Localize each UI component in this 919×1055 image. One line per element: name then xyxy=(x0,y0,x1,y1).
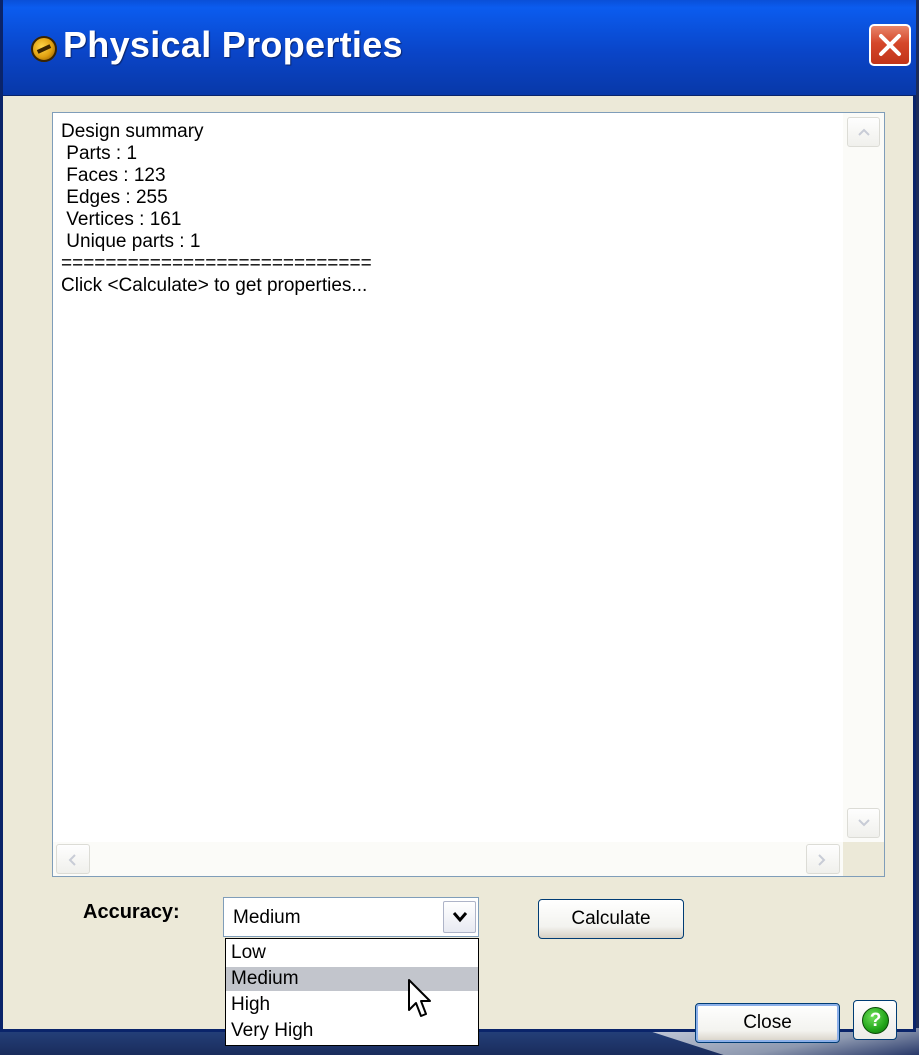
output-line: Vertices : 161 xyxy=(61,209,182,230)
title-bar[interactable]: Physical Properties xyxy=(3,0,916,96)
window-title: Physical Properties xyxy=(63,24,403,65)
physical-properties-dialog: Physical Properties Design summary Parts… xyxy=(0,0,916,1046)
output-line: Faces : 123 xyxy=(61,165,166,186)
scroll-left-button[interactable] xyxy=(56,844,90,874)
output-line: Click <Calculate> to get properties... xyxy=(61,275,368,296)
scroll-up-button[interactable] xyxy=(847,117,880,147)
output-text: Design summary Parts : 1 Faces : 123 Edg… xyxy=(61,121,841,297)
horizontal-scrollbar[interactable] xyxy=(53,842,843,876)
accuracy-label: Accuracy: xyxy=(83,901,180,923)
scroll-right-icon xyxy=(818,854,826,866)
output-line: Design summary xyxy=(61,121,204,142)
close-button[interactable]: Close xyxy=(695,1003,840,1043)
output-line: Unique parts : 1 xyxy=(61,231,201,252)
scroll-right-button[interactable] xyxy=(806,844,840,874)
app-logo-icon xyxy=(31,36,57,62)
accuracy-select[interactable]: Medium xyxy=(223,897,479,937)
scroll-left-icon xyxy=(68,854,76,866)
scroll-up-icon xyxy=(858,128,870,136)
accuracy-option-medium[interactable]: Medium xyxy=(226,967,478,991)
calculate-button[interactable]: Calculate xyxy=(538,899,684,939)
output-line: Parts : 1 xyxy=(61,143,138,164)
accuracy-option-low[interactable]: Low xyxy=(226,941,478,965)
vertical-scrollbar[interactable] xyxy=(843,113,884,842)
accuracy-option-high[interactable]: High xyxy=(226,993,478,1017)
mouse-pointer-icon xyxy=(408,979,431,1017)
output-line: Edges : 255 xyxy=(61,187,168,208)
scrollbar-corner xyxy=(843,842,884,876)
accuracy-selected-value: Medium xyxy=(233,907,301,928)
accuracy-dropdown-button[interactable] xyxy=(443,901,476,933)
help-button[interactable]: ? xyxy=(853,1000,897,1040)
help-icon: ? xyxy=(862,1007,889,1034)
close-icon xyxy=(879,34,901,56)
accuracy-option-very-high[interactable]: Very High xyxy=(226,1019,478,1043)
chevron-down-icon xyxy=(452,912,468,923)
scroll-down-button[interactable] xyxy=(847,808,880,838)
accuracy-dropdown-list: Low Medium High Very High xyxy=(225,938,479,1046)
scroll-down-icon xyxy=(858,819,870,827)
output-text-area[interactable]: Design summary Parts : 1 Faces : 123 Edg… xyxy=(52,112,885,877)
close-window-button[interactable] xyxy=(869,24,911,66)
output-line: ============================ xyxy=(61,253,372,274)
